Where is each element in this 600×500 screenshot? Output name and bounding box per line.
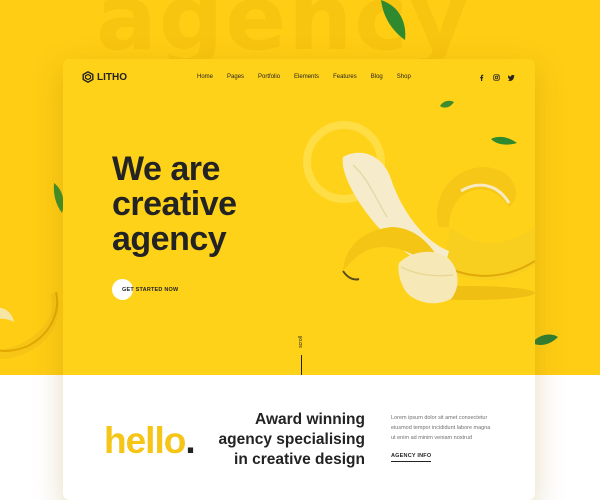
description-line-1: Lorem ipsum dolor sit amet consectetur — [391, 415, 488, 421]
hello-dot: . — [185, 420, 195, 461]
hello-text: hello — [104, 420, 186, 461]
brand-name: LITHO — [97, 71, 127, 83]
nav-item-portfolio[interactable]: Portfolio — [258, 74, 280, 80]
facebook-icon[interactable] — [478, 74, 485, 81]
brand-logo[interactable]: LITHO — [82, 71, 127, 83]
scroll-indicator[interactable]: scroll — [293, 336, 309, 377]
nav-item-home[interactable]: Home — [197, 74, 213, 80]
cta-label: GET STARTED NOW — [122, 286, 179, 293]
nav-item-blog[interactable]: Blog — [371, 74, 383, 80]
instagram-icon[interactable] — [493, 74, 500, 81]
social-links — [478, 74, 515, 81]
leaf-decoration — [440, 100, 454, 108]
award-line-2: agency specialising — [218, 431, 365, 448]
banana-image-left — [0, 291, 59, 359]
hero-title-line-1: We are — [112, 150, 220, 188]
banana-hero-image — [342, 152, 535, 304]
nav-item-shop[interactable]: Shop — [397, 74, 411, 80]
hello-heading: hello. — [104, 420, 196, 461]
nav-item-features[interactable]: Features — [333, 74, 357, 80]
leaf-decoration — [491, 136, 517, 145]
scroll-line — [300, 355, 302, 377]
logo-icon — [82, 71, 94, 83]
main-navigation: Home Pages Portfolio Elements Features B… — [197, 74, 425, 80]
get-started-button[interactable]: GET STARTED NOW — [112, 279, 178, 300]
hero-title-line-3: agency — [112, 220, 227, 258]
scroll-label: scroll — [298, 336, 304, 348]
agency-info-link[interactable]: AGENCY INFO — [391, 453, 432, 462]
hero-title-line-2: creative — [112, 185, 237, 223]
nav-item-pages[interactable]: Pages — [227, 74, 244, 80]
leaf-decoration — [532, 334, 558, 345]
twitter-icon[interactable] — [508, 74, 515, 81]
leaf-decoration — [381, 0, 406, 40]
hero-title: We are creative agency — [112, 152, 237, 257]
description-line-2: eiusmod tempor incididunt labore magna — [391, 425, 491, 431]
intro-description: Lorem ipsum dolor sit amet consectetur e… — [391, 413, 503, 443]
award-line-3: in creative design — [234, 451, 365, 468]
nav-item-elements[interactable]: Elements — [294, 74, 319, 80]
award-heading: Award winning agency specialising in cre… — [215, 410, 365, 470]
award-line-1: Award winning — [255, 411, 365, 428]
background-word: agency — [96, 0, 471, 71]
description-line-3: ut enim ad minim veniam nostrud — [391, 435, 473, 441]
